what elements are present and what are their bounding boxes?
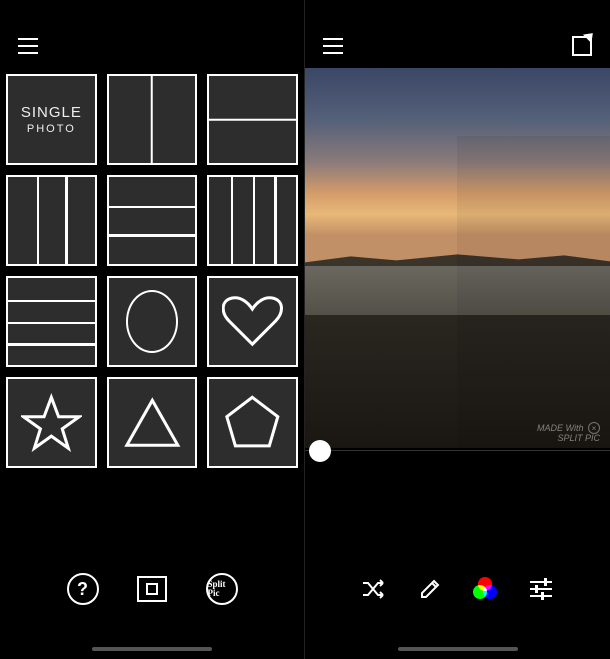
bottom-toolbar [305, 559, 610, 619]
brand-badge-icon: Split Pic [206, 573, 238, 605]
top-bar [0, 24, 304, 68]
template-vertical-2[interactable] [107, 74, 198, 165]
watermark-line1: MADE With [537, 423, 583, 433]
template-grid: SINGLE PHOTO [0, 68, 304, 474]
blend-slider-handle[interactable] [309, 440, 331, 462]
template-circle[interactable] [107, 276, 198, 367]
blend-slider-track[interactable] [305, 450, 610, 451]
watermark: MADE With × SPLIT PIC [537, 422, 600, 444]
pentagon-icon [222, 388, 283, 458]
template-vertical-4[interactable] [207, 175, 298, 266]
template-single-sublabel: PHOTO [21, 122, 82, 136]
help-icon: ? [67, 573, 99, 605]
shuffle-icon [361, 579, 387, 599]
pencil-icon [419, 578, 441, 600]
template-horizontal-3[interactable] [107, 175, 198, 266]
edit-button[interactable] [413, 572, 447, 606]
circle-icon [126, 290, 178, 353]
star-icon [21, 388, 82, 458]
template-horizontal-2[interactable] [207, 74, 298, 165]
menu-icon[interactable] [18, 38, 38, 54]
camera-icon [137, 576, 167, 602]
template-triangle[interactable] [107, 377, 198, 468]
watermark-line2: SPLIT PIC [557, 433, 600, 443]
status-bar [305, 0, 610, 24]
template-horizontal-4[interactable] [6, 276, 97, 367]
home-indicator [92, 647, 212, 651]
status-bar [0, 0, 304, 24]
heart-icon [222, 287, 283, 357]
split-right-panel [457, 136, 610, 448]
home-indicator [398, 647, 518, 651]
triangle-icon [122, 388, 183, 458]
template-single-label: SINGLE [21, 103, 82, 123]
template-vertical-3[interactable] [6, 175, 97, 266]
brand-badge-button[interactable]: Split Pic [205, 572, 239, 606]
template-pentagon[interactable] [207, 377, 298, 468]
template-heart[interactable] [207, 276, 298, 367]
template-star[interactable] [6, 377, 97, 468]
help-button[interactable]: ? [66, 572, 100, 606]
template-picker-screen: SINGLE PHOTO [0, 0, 305, 659]
bottom-toolbar: ? Split Pic [0, 559, 304, 619]
camera-button[interactable] [135, 572, 169, 606]
photo-canvas[interactable] [305, 68, 610, 448]
color-button[interactable] [468, 572, 502, 606]
shuffle-button[interactable] [357, 572, 391, 606]
adjust-button[interactable] [524, 572, 558, 606]
menu-icon[interactable] [323, 38, 343, 54]
editor-screen: MADE With × SPLIT PIC [305, 0, 610, 659]
template-single[interactable]: SINGLE PHOTO [6, 74, 97, 165]
top-bar [305, 24, 610, 68]
sliders-icon [530, 576, 552, 602]
export-icon[interactable] [572, 36, 592, 56]
rgb-icon [473, 577, 497, 601]
